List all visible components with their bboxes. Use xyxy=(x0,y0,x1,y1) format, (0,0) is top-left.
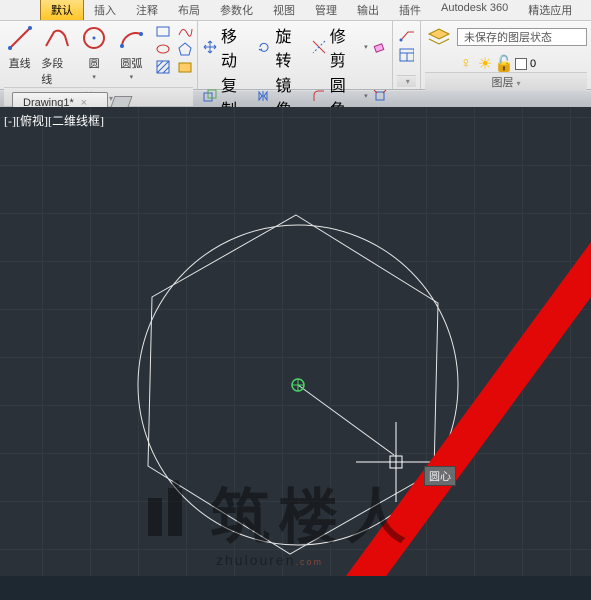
polygon-icon[interactable] xyxy=(177,41,193,57)
explode-icon[interactable] xyxy=(372,88,388,104)
panel-modify: 移动 旋转 修剪▾ 复制 镜像 圆角▾ 拉伸 缩放 阵列▾ xyxy=(198,21,393,89)
tool-trim[interactable]: 修剪▾ xyxy=(311,23,368,71)
ribbon-area: 默认 插入 注释 布局 参数化 视图 管理 输出 插件 Autodesk 360… xyxy=(0,0,591,107)
layer-color-index: 0 xyxy=(530,58,536,70)
snap-tooltip-text: 圆心 xyxy=(429,471,451,483)
tab-layout[interactable]: 布局 xyxy=(168,0,210,20)
rectangle-icon[interactable] xyxy=(155,23,171,39)
tool-circle-label: 圆 xyxy=(89,55,100,71)
tool-arc-label: 圆弧 xyxy=(120,55,142,71)
copy-icon xyxy=(202,88,218,104)
erase-icon[interactable] xyxy=(372,39,388,55)
tab-insert[interactable]: 插入 xyxy=(84,0,126,20)
radius-line xyxy=(298,385,394,455)
panel-misc-title[interactable]: · xyxy=(397,75,416,87)
polyline-icon xyxy=(42,23,72,53)
tool-polyline-label: 多段线 xyxy=(41,55,72,87)
tab-manage[interactable]: 管理 xyxy=(305,0,347,20)
panel-draw: 直线 多段线 圆▾ 圆 xyxy=(0,21,198,89)
move-icon xyxy=(202,39,218,55)
tab-autodesk360[interactable]: Autodesk 360 xyxy=(431,0,518,16)
tab-parametric[interactable]: 参数化 xyxy=(210,0,263,20)
tab-annotate[interactable]: 注释 xyxy=(126,0,168,20)
spline-icon[interactable] xyxy=(177,23,193,39)
table-icon[interactable] xyxy=(398,47,414,63)
center-marker xyxy=(292,379,304,391)
tab-view[interactable]: 视图 xyxy=(263,0,305,20)
ellipse-icon[interactable] xyxy=(155,41,171,57)
panel-misc: · xyxy=(393,21,421,89)
layer-state-label: 未保存的图层状态 xyxy=(464,29,552,45)
sun-icon[interactable]: ☀ xyxy=(477,56,493,72)
watermark-url: zhulouren.com xyxy=(216,552,323,568)
tool-move[interactable]: 移动 xyxy=(202,23,252,71)
region-icon[interactable] xyxy=(177,59,193,75)
hatch-icon[interactable] xyxy=(155,59,171,75)
lock-icon[interactable]: 🔓 xyxy=(496,56,512,72)
drawing-geometry xyxy=(0,107,591,576)
ribbon-panels: 直线 多段线 圆▾ 圆 xyxy=(0,20,591,90)
arc-icon xyxy=(116,23,146,53)
tool-line-label: 直线 xyxy=(9,55,31,71)
tool-line[interactable]: 直线 xyxy=(4,23,35,87)
layer-color-swatch[interactable] xyxy=(515,58,527,70)
tab-plugins[interactable]: 插件 xyxy=(389,0,431,20)
fillet-icon xyxy=(311,88,327,104)
line-icon xyxy=(5,23,35,53)
leader-icon[interactable] xyxy=(398,27,414,43)
tool-rotate[interactable]: 旋转 xyxy=(256,23,306,71)
tool-arc[interactable]: 圆弧▾ xyxy=(116,23,147,87)
tab-output[interactable]: 输出 xyxy=(347,0,389,20)
layer-state-dropdown[interactable]: 未保存的图层状态 xyxy=(457,28,587,46)
circle-icon xyxy=(79,23,109,53)
lightbulb-icon[interactable]: ♀ xyxy=(458,56,474,72)
panel-layer: 未保存的图层状态 ♀ ☀ 🔓 0 图层 xyxy=(421,21,591,89)
tool-circle[interactable]: 圆▾ xyxy=(79,23,110,87)
snap-tooltip: 圆心 xyxy=(424,466,456,486)
drawing-canvas[interactable]: [-][俯视][二维线框] 圆心 筑楼人 xyxy=(0,107,591,576)
tool-polyline[interactable]: 多段线 xyxy=(41,23,72,87)
tab-featured[interactable]: 精选应用 xyxy=(518,0,582,20)
menu-tabs: 默认 插入 注释 布局 参数化 视图 管理 输出 插件 Autodesk 360… xyxy=(0,0,591,20)
panel-layer-title[interactable]: 图层 xyxy=(425,72,587,91)
tab-default[interactable]: 默认 xyxy=(40,0,84,20)
rotate-icon xyxy=(256,39,272,55)
mirror-icon xyxy=(256,88,272,104)
trim-icon xyxy=(311,39,327,55)
layer-properties-icon[interactable] xyxy=(425,23,453,51)
